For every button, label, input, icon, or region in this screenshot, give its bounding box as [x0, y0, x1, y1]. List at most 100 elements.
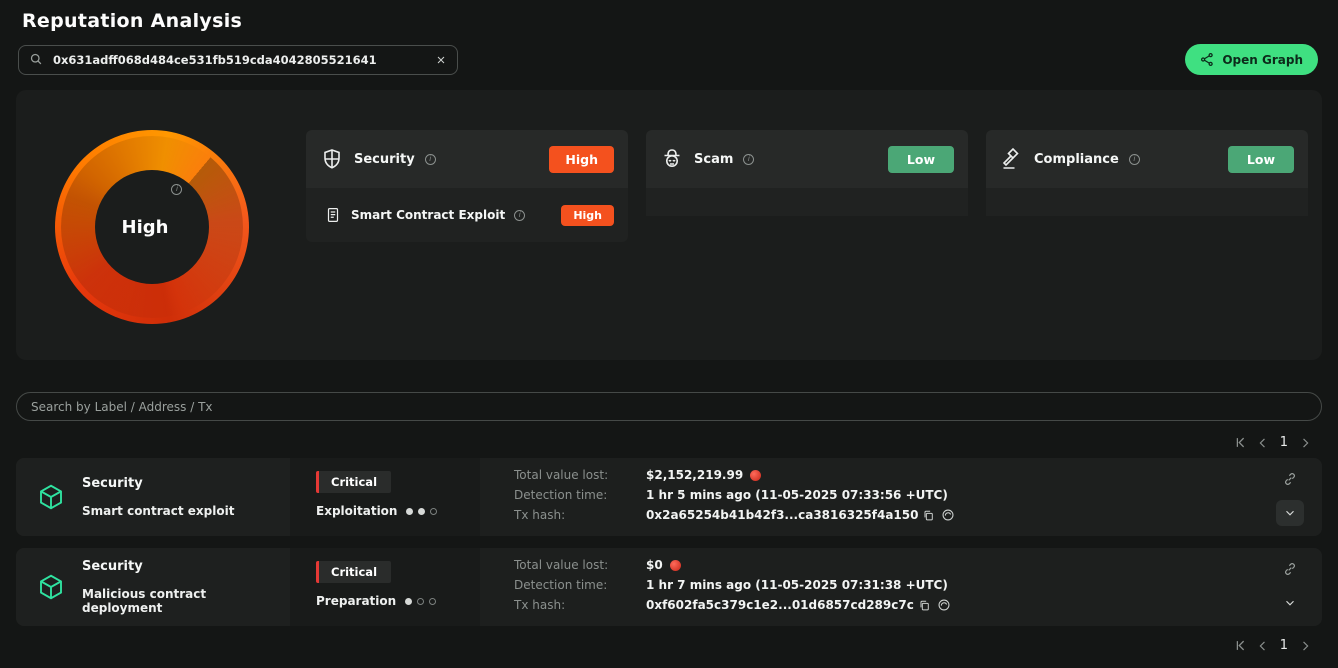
total-value-lost-amount: $2,152,219.99: [646, 468, 743, 482]
alerts-search-input[interactable]: [31, 400, 1307, 414]
scam-label: Scam: [694, 152, 733, 167]
next-page-button[interactable]: [1298, 639, 1312, 653]
address-search-input[interactable]: [53, 53, 426, 67]
explorer-icon[interactable]: [937, 598, 951, 612]
security-risk-badge: High: [549, 146, 614, 173]
compliance-risk-badge: Low: [1228, 146, 1294, 173]
copy-icon[interactable]: [922, 509, 935, 522]
prev-page-button[interactable]: [1256, 639, 1270, 653]
alert-row: Security Smart contract exploit Critical…: [16, 458, 1322, 536]
smart-contract-exploit-label: Smart Contract Exploit: [351, 208, 505, 222]
info-icon[interactable]: [425, 154, 436, 165]
compliance-label: Compliance: [1034, 152, 1119, 167]
alert-name: Smart contract exploit: [82, 504, 234, 518]
page-title: Reputation Analysis: [0, 0, 1338, 32]
alert-category: Security: [82, 476, 234, 491]
scam-card: Scam Low: [646, 130, 968, 242]
stage-dot: [406, 508, 413, 515]
security-card-header: Security High: [306, 130, 628, 188]
search-icon: [29, 52, 44, 67]
scam-risk-badge: Low: [888, 146, 954, 173]
expand-chevron-button[interactable]: [1276, 590, 1304, 616]
severity-badge: Critical: [316, 561, 391, 583]
open-graph-label: Open Graph: [1222, 53, 1303, 67]
graph-icon: [1200, 52, 1215, 67]
address-search-box[interactable]: [18, 45, 458, 75]
tx-hash-label: Tx hash:: [514, 598, 646, 612]
stage-progress-dots: [405, 598, 436, 605]
smart-contract-exploit-badge: High: [561, 205, 614, 226]
detection-time-label: Detection time:: [514, 578, 646, 592]
reputation-gauge-wrap: High: [16, 130, 288, 324]
detection-time-label: Detection time:: [514, 488, 646, 502]
info-icon[interactable]: [1129, 154, 1140, 165]
pagination-top: 1: [26, 435, 1312, 450]
alert-actions: [1258, 458, 1322, 536]
total-value-lost-value: $0: [646, 558, 681, 572]
pagination-bottom: 1: [26, 638, 1312, 653]
stage-dot: [417, 598, 424, 605]
loss-indicator-icon: [750, 470, 761, 481]
compliance-card-footer: [986, 188, 1308, 216]
expand-chevron-button[interactable]: [1276, 500, 1304, 526]
scam-card-footer: [646, 188, 968, 216]
alert-details: Total value lost: $2,152,219.99 Detectio…: [480, 458, 1258, 536]
compliance-card: Compliance Low: [986, 130, 1308, 242]
link-icon[interactable]: [1282, 561, 1298, 577]
alert-severity-section: Critical Preparation: [290, 548, 480, 626]
scam-card-header: Scam Low: [646, 130, 968, 188]
open-graph-button[interactable]: Open Graph: [1185, 44, 1318, 75]
reputation-summary-panel: High Security High Smart Contract Exploi…: [16, 90, 1322, 360]
alert-details: Total value lost: $0 Detection time: 1 h…: [480, 548, 1258, 626]
prev-page-button[interactable]: [1256, 436, 1270, 450]
security-card: Security High Smart Contract Exploit Hig…: [306, 130, 628, 242]
detection-time-line: Detection time: 1 hr 7 mins ago (11-05-2…: [514, 578, 1258, 592]
security-label: Security: [354, 152, 415, 167]
total-value-lost-line: Total value lost: $2,152,219.99: [514, 468, 1258, 482]
alerts-filter-bar[interactable]: [16, 392, 1322, 421]
info-icon[interactable]: [171, 184, 182, 195]
stage-dot: [418, 508, 425, 515]
clear-search-button[interactable]: [435, 54, 447, 66]
alert-row: Security Malicious contract deployment C…: [16, 548, 1322, 626]
package-icon: [36, 482, 66, 512]
info-icon[interactable]: [743, 154, 754, 165]
tx-hash-label: Tx hash:: [514, 508, 646, 522]
total-value-lost-line: Total value lost: $0: [514, 558, 1258, 572]
detection-time-value: 1 hr 5 mins ago (11-05-2025 07:33:56 +UT…: [646, 488, 948, 502]
attack-stage: Preparation: [316, 594, 480, 608]
detection-time-line: Detection time: 1 hr 5 mins ago (11-05-2…: [514, 488, 1258, 502]
overall-risk-label: High: [122, 217, 169, 238]
gavel-icon: [1000, 147, 1024, 171]
tx-hash-actions: [918, 598, 951, 612]
tx-hash-actions: [922, 508, 955, 522]
shield-icon: [320, 147, 344, 171]
first-page-button[interactable]: [1233, 435, 1248, 450]
explorer-icon[interactable]: [941, 508, 955, 522]
page-number[interactable]: 1: [1278, 435, 1290, 450]
loss-indicator-icon: [670, 560, 681, 571]
total-value-lost-label: Total value lost:: [514, 558, 646, 572]
link-icon[interactable]: [1282, 471, 1298, 487]
total-value-lost-value: $2,152,219.99: [646, 468, 761, 482]
gauge-center: High: [95, 170, 209, 284]
next-page-button[interactable]: [1298, 436, 1312, 450]
tx-hash-line: Tx hash: 0x2a65254b41b42f3...ca3816325f4…: [514, 508, 1258, 522]
topbar: Open Graph: [18, 44, 1318, 75]
stage-dot: [429, 598, 436, 605]
stage-dot: [405, 598, 412, 605]
alert-identity: Security Malicious contract deployment: [16, 548, 290, 626]
first-page-button[interactable]: [1233, 638, 1248, 653]
alert-category: Security: [82, 559, 290, 574]
total-value-lost-label: Total value lost:: [514, 468, 646, 482]
alert-identity-text: Security Smart contract exploit: [82, 476, 234, 518]
stage-label: Preparation: [316, 594, 396, 608]
page-number[interactable]: 1: [1278, 638, 1290, 653]
info-icon[interactable]: [514, 210, 525, 221]
total-value-lost-amount: $0: [646, 558, 663, 572]
alert-identity-text: Security Malicious contract deployment: [82, 559, 290, 615]
copy-icon[interactable]: [918, 599, 931, 612]
smart-contract-exploit-row: Smart Contract Exploit High: [306, 188, 628, 242]
compliance-card-header: Compliance Low: [986, 130, 1308, 188]
contract-icon: [324, 206, 342, 224]
